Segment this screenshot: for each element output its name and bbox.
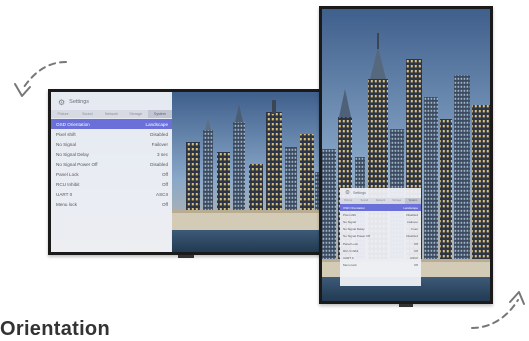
osd-row-uart-0[interactable]: UART 0 ASCII: [51, 189, 172, 199]
row-value: Disabled: [150, 131, 168, 137]
osd-row-no-signal-power-off[interactable]: No Signal Power Off Disabled: [340, 233, 421, 240]
row-label: Panel Lock: [56, 171, 79, 177]
tab-storage[interactable]: Storage: [124, 110, 148, 118]
row-value: 3 sec: [410, 227, 418, 232]
osd-settings-panel-portrait: ⚙ Settings Picture Sound Network Storage…: [340, 188, 422, 286]
tab-sound[interactable]: Sound: [356, 198, 372, 204]
osd-row-no-signal[interactable]: No Signal Failover: [51, 139, 172, 149]
osd-row-rcu-inhibit[interactable]: RCU Inhibit Off: [51, 179, 172, 189]
osd-row-panel-lock[interactable]: Panel Lock Off: [51, 169, 172, 179]
row-value: Off: [161, 171, 168, 177]
row-label: Pixel shift: [343, 212, 356, 217]
osd-title: Settings: [352, 191, 366, 195]
row-value: Off: [161, 181, 168, 187]
row-value: Off: [414, 248, 418, 253]
osd-row-osd-orientation[interactable]: OSD Orientation Landscape: [340, 204, 421, 212]
row-label: UART 0: [343, 255, 354, 260]
osd-row-no-signal-delay[interactable]: No Signal Delay 3 sec: [51, 149, 172, 159]
osd-row-uart-0[interactable]: UART 0 ASCII: [340, 254, 421, 261]
osd-row-menu-lock[interactable]: Menu lock Off: [51, 199, 172, 209]
portrait-screen: ⚙ Settings Picture Sound Network Storage…: [322, 9, 490, 301]
tab-system[interactable]: System: [404, 198, 422, 204]
osd-row-panel-lock[interactable]: Panel Lock Off: [340, 240, 421, 247]
osd-row-pixel-shift[interactable]: Pixel shift Disabled: [51, 129, 172, 139]
row-value: Failover: [407, 219, 418, 224]
landscape-screen: ⚙ Settings Picture Sound Network Storage…: [51, 92, 321, 252]
row-value: Landscape: [145, 121, 168, 127]
row-label: No Signal: [56, 141, 76, 147]
row-label: Panel Lock: [343, 241, 358, 246]
row-label: OSD Orientation: [343, 205, 366, 210]
tab-network[interactable]: Network: [99, 110, 123, 118]
osd-row-osd-orientation[interactable]: OSD Orientation Landscape: [51, 119, 172, 129]
osd-row-menu-lock[interactable]: Menu lock Off: [340, 262, 421, 269]
row-label: Menu lock: [56, 201, 77, 207]
row-label: RCU Inhibit: [343, 248, 359, 253]
osd-tabs: Picture Sound Network Storage System: [340, 198, 422, 204]
row-label: OSD Orientation: [56, 121, 90, 127]
tab-network[interactable]: Network: [372, 198, 388, 204]
tab-storage[interactable]: Storage: [389, 198, 405, 204]
row-value: Off: [414, 241, 418, 246]
row-label: No Signal Delay: [56, 151, 89, 157]
row-label: No Signal Power Off: [56, 161, 98, 167]
osd-settings-panel: ⚙ Settings Picture Sound Network Storage…: [51, 92, 173, 252]
osd-title: Settings: [69, 99, 90, 105]
tab-picture[interactable]: Picture: [340, 198, 356, 204]
osd-tabs: Picture Sound Network Storage System: [51, 110, 173, 118]
curved-arrow-icon: [14, 61, 67, 97]
row-value: ASCII: [410, 255, 418, 260]
row-label: No Signal: [343, 219, 357, 224]
row-value: Failover: [151, 141, 168, 147]
osd-header: ⚙ Settings: [340, 188, 421, 198]
osd-row-no-signal-power-off[interactable]: No Signal Power Off Disabled: [51, 159, 172, 169]
row-value: ASCII: [156, 191, 168, 197]
row-value: 3 sec: [157, 151, 168, 157]
row-value: Off: [414, 263, 418, 268]
row-label: RCU Inhibit: [56, 181, 80, 187]
tab-system[interactable]: System: [147, 110, 173, 118]
caption-heading: Orientation: [0, 318, 110, 340]
osd-row-pixel-shift[interactable]: Pixel shift Disabled: [340, 211, 421, 218]
row-value: Landscape: [403, 205, 418, 210]
gear-icon: ⚙: [345, 190, 350, 196]
tab-sound[interactable]: Sound: [75, 110, 99, 118]
monitor-stand: [178, 255, 194, 258]
osd-row-no-signal[interactable]: No Signal Failover: [340, 218, 421, 225]
row-label: No Signal Delay: [343, 227, 365, 232]
row-label: Menu lock: [343, 263, 357, 268]
row-label: UART 0: [56, 191, 73, 197]
landscape-monitor: ⚙ Settings Picture Sound Network Storage…: [48, 89, 324, 258]
row-value: Disabled: [406, 234, 418, 239]
row-label: Pixel shift: [56, 131, 76, 137]
curved-arrow-icon: [471, 291, 525, 329]
monitor-stand: [399, 304, 413, 307]
row-value: Disabled: [150, 161, 168, 167]
row-label: No Signal Power Off: [343, 234, 371, 239]
portrait-monitor: ⚙ Settings Picture Sound Network Storage…: [319, 6, 493, 307]
tab-picture[interactable]: Picture: [51, 110, 75, 118]
osd-row-no-signal-delay[interactable]: No Signal Delay 3 sec: [340, 226, 421, 233]
osd-row-rcu-inhibit[interactable]: RCU Inhibit Off: [340, 247, 421, 254]
row-value: Disabled: [406, 212, 418, 217]
row-value: Off: [161, 201, 168, 207]
